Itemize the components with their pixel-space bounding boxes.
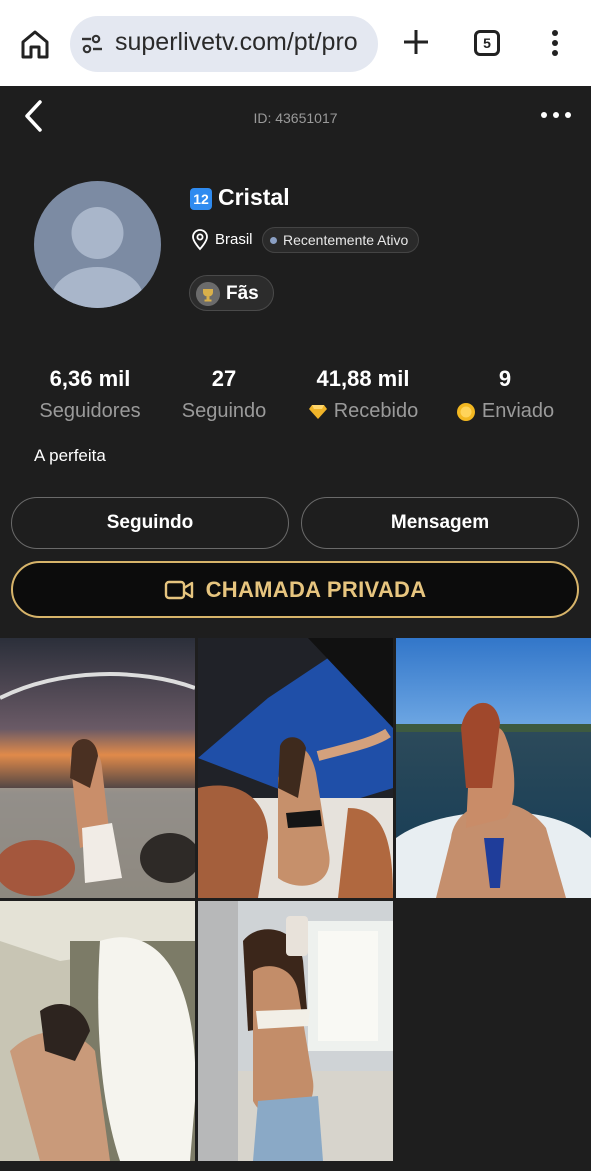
status-badge: Recentemente Ativo bbox=[262, 227, 420, 253]
private-call-label: CHAMADA PRIVADA bbox=[205, 576, 427, 602]
video-camera-icon bbox=[164, 580, 193, 599]
stat-followers[interactable]: 6,36 mil Seguidores bbox=[30, 366, 150, 423]
url-text: superlivetv.com/pt/pro bbox=[115, 28, 358, 56]
stat-value: 9 bbox=[498, 366, 512, 391]
address-bar[interactable]: superlivetv.com/pt/pro bbox=[70, 16, 378, 72]
level-badge: 12 bbox=[190, 188, 212, 210]
bio-text: A perfeita bbox=[34, 446, 106, 465]
new-tab-icon[interactable] bbox=[400, 26, 432, 58]
status-dot-icon bbox=[270, 237, 277, 244]
tab-switcher-button[interactable]: 5 bbox=[474, 30, 500, 56]
home-icon[interactable] bbox=[18, 27, 52, 61]
stat-label: Seguidores bbox=[39, 400, 141, 422]
country-label: Brasil bbox=[215, 231, 253, 248]
diamond-icon bbox=[308, 404, 327, 419]
default-avatar-icon bbox=[51, 207, 144, 308]
profile-name: Cristal bbox=[218, 184, 290, 210]
user-id: ID: 43651017 bbox=[253, 110, 338, 126]
fans-label: Fãs bbox=[226, 283, 259, 304]
stat-value: 27 bbox=[211, 366, 237, 391]
following-button[interactable]: Seguindo bbox=[11, 497, 289, 549]
photo-hallway-selfie[interactable] bbox=[0, 901, 195, 1161]
site-settings-icon[interactable] bbox=[80, 32, 104, 56]
stat-label: Seguindo bbox=[181, 400, 267, 422]
message-button[interactable]: Mensagem bbox=[301, 497, 579, 549]
private-call-button[interactable]: CHAMADA PRIVADA bbox=[11, 561, 579, 618]
stat-value: 41,88 mil bbox=[316, 366, 410, 391]
stat-sent[interactable]: 9 Enviado bbox=[446, 366, 564, 423]
browser-toolbar: superlivetv.com/pt/pro 5 bbox=[0, 0, 591, 86]
trophy-icon bbox=[196, 282, 220, 306]
stat-received[interactable]: 41,88 mil Recebido bbox=[298, 366, 428, 423]
photo-boat-selfie[interactable] bbox=[198, 638, 393, 898]
browser-menu-icon[interactable] bbox=[545, 29, 565, 57]
stat-following[interactable]: 27 Seguindo bbox=[168, 366, 280, 423]
avatar[interactable] bbox=[34, 181, 161, 308]
photo-boat-sunset[interactable] bbox=[0, 638, 195, 898]
status-text: Recentemente Ativo bbox=[283, 232, 409, 248]
coin-icon bbox=[456, 402, 475, 421]
stat-label: Recebido bbox=[333, 400, 419, 422]
stat-label: Enviado bbox=[481, 400, 555, 422]
more-options-icon[interactable] bbox=[538, 106, 574, 124]
stat-value: 6,36 mil bbox=[49, 366, 131, 391]
photo-mirror-selfie[interactable] bbox=[198, 901, 393, 1161]
fans-button[interactable]: Fãs bbox=[189, 275, 274, 311]
photo-lake-jetski[interactable] bbox=[396, 638, 591, 898]
location-pin-icon bbox=[192, 229, 208, 251]
